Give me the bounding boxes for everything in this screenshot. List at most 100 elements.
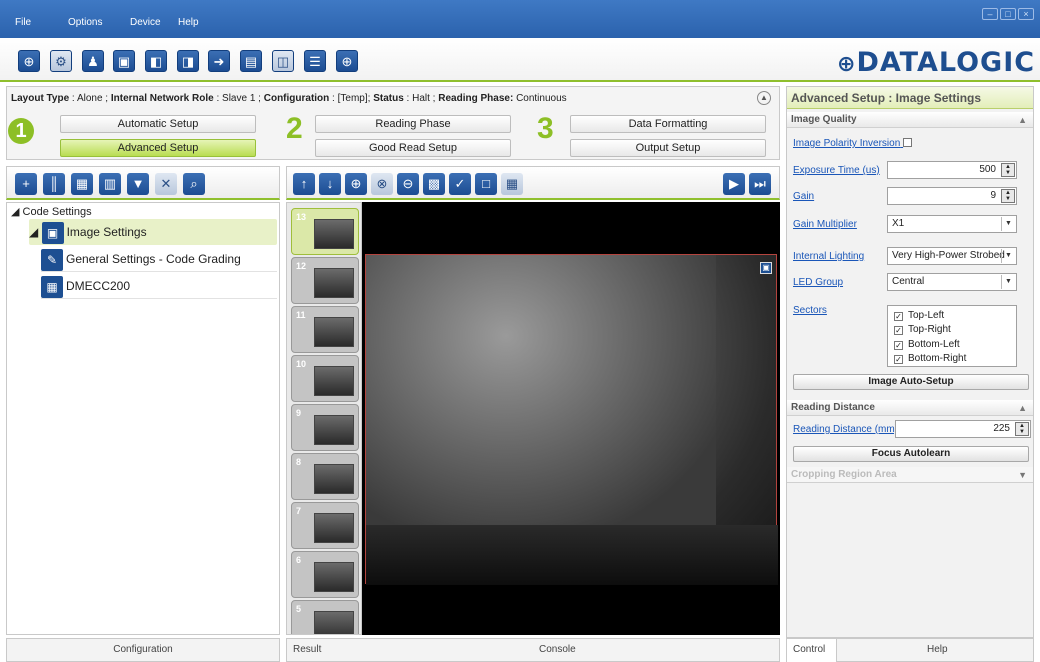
config-toolbar: + ║ ▦ ▥ ▼ ✕ ⌕ bbox=[6, 166, 280, 200]
play-icon[interactable]: ▶ bbox=[723, 173, 745, 195]
image-auto-setup-button[interactable]: Image Auto-Setup bbox=[793, 374, 1029, 390]
report-icon[interactable]: ◫ bbox=[272, 50, 294, 72]
gain-multiplier-select[interactable]: X1 ▼ bbox=[887, 215, 1017, 233]
delete-icon[interactable]: ✕ bbox=[155, 173, 177, 195]
barcode-icon[interactable]: ║ bbox=[43, 173, 65, 195]
led-group-select[interactable]: Central ▼ bbox=[887, 273, 1017, 291]
thumbnail[interactable]: 6 bbox=[291, 551, 359, 598]
send-icon[interactable]: ➜ bbox=[208, 50, 230, 72]
reading-distance-field[interactable]: 225 ▲ ▼ bbox=[895, 420, 1031, 438]
internal-lighting-label: Internal Lighting bbox=[793, 251, 865, 262]
datamatrix-icon[interactable]: ▦ bbox=[71, 173, 93, 195]
polarity-checkbox[interactable] bbox=[903, 138, 913, 147]
image-polarity-inversion-label: Image Polarity Inversion bbox=[793, 138, 913, 149]
add-icon[interactable]: + bbox=[15, 173, 37, 195]
maximize-icon[interactable]: □ bbox=[1000, 8, 1016, 20]
thumbnail-strip: 13 12 11 10 9 8 7 6 5 bbox=[286, 202, 362, 635]
menu-bar: File Options Device Help – □ × bbox=[0, 0, 1040, 38]
tab-control[interactable]: Control bbox=[787, 639, 837, 662]
menu-file[interactable]: File bbox=[15, 17, 31, 28]
grid-icon[interactable]: ▦ bbox=[501, 173, 523, 195]
wrench-icon: ✎ bbox=[41, 248, 63, 271]
thumbnail[interactable]: 9 bbox=[291, 404, 359, 451]
spinner-icon[interactable]: ▲ ▼ bbox=[1001, 189, 1015, 203]
settings-icon[interactable]: ⚙ bbox=[50, 50, 72, 72]
sector-checkbox[interactable]: ✓ Bottom-Right bbox=[894, 353, 966, 364]
step-3-number: 3 bbox=[537, 112, 554, 145]
result-console-tabs: Result Console bbox=[286, 638, 780, 662]
reading-phase-button[interactable]: Reading Phase bbox=[315, 115, 511, 133]
sector-checkbox[interactable]: ✓ Top-Left bbox=[894, 310, 944, 321]
collapse-up-icon[interactable]: ▲ bbox=[757, 91, 771, 105]
focus-autolearn-button[interactable]: Focus Autolearn bbox=[793, 446, 1029, 462]
target-icon[interactable]: ⊕ bbox=[336, 50, 358, 72]
check-icon[interactable]: ✓ bbox=[449, 173, 471, 195]
zoom-out-icon[interactable]: ⊖ bbox=[397, 173, 419, 195]
thumbnail[interactable]: 12 bbox=[291, 257, 359, 304]
arrow-up-icon[interactable]: ↑ bbox=[293, 173, 315, 195]
automatic-setup-button[interactable]: Automatic Setup bbox=[60, 115, 256, 133]
user-icon[interactable]: ♟ bbox=[82, 50, 104, 72]
tree-item-general-settings[interactable]: ✎ General Settings - Code Grading bbox=[41, 246, 277, 272]
save-image-icon[interactable]: ▩ bbox=[423, 173, 445, 195]
filter-icon[interactable]: ▼ bbox=[127, 173, 149, 195]
window-icon[interactable]: ▣ bbox=[113, 50, 135, 72]
close-icon[interactable]: × bbox=[1018, 8, 1034, 20]
datalogic-logo: ⊕DATALOGIC bbox=[837, 47, 1036, 78]
load-icon[interactable]: ◧ bbox=[145, 50, 167, 72]
exposure-time-field[interactable]: 500 ▲ ▼ bbox=[887, 161, 1017, 179]
thumbnail[interactable]: 11 bbox=[291, 306, 359, 353]
menu-options[interactable]: Options bbox=[68, 17, 102, 28]
step-forward-icon[interactable]: ⏭ bbox=[749, 173, 771, 195]
connect-icon[interactable]: ⊕ bbox=[18, 50, 40, 72]
section-cropping-region[interactable]: Cropping Region Area ▼ bbox=[787, 467, 1033, 483]
menu-device[interactable]: Device bbox=[130, 17, 161, 28]
thumbnail[interactable]: 8 bbox=[291, 453, 359, 500]
gain-field[interactable]: 9 ▲ ▼ bbox=[887, 187, 1017, 205]
spinner-icon[interactable]: ▲ ▼ bbox=[1015, 422, 1029, 436]
thumbnail[interactable]: 5 bbox=[291, 600, 359, 634]
tree-item-dmecc200[interactable]: ▦ DMECC200 bbox=[41, 273, 277, 299]
tab-console[interactable]: Console bbox=[539, 639, 576, 662]
thumbnail[interactable]: 13 bbox=[291, 208, 359, 255]
layout-status-line: Layout Type : Alone ; Internal Network R… bbox=[11, 93, 567, 104]
section-image-quality[interactable]: Image Quality ▲ bbox=[787, 112, 1033, 128]
minimize-icon[interactable]: – bbox=[982, 8, 998, 20]
search-code-icon[interactable]: ⌕ bbox=[183, 173, 205, 195]
arrow-down-icon[interactable]: ↓ bbox=[319, 173, 341, 195]
advanced-setup-button[interactable]: Advanced Setup bbox=[60, 139, 256, 157]
image-overlay-icon[interactable]: ▣ bbox=[760, 262, 772, 274]
crop-icon[interactable]: □ bbox=[475, 173, 497, 195]
output-setup-button[interactable]: Output Setup bbox=[570, 139, 766, 157]
menu-help[interactable]: Help bbox=[178, 17, 199, 28]
save-icon[interactable]: ◨ bbox=[177, 50, 199, 72]
image-viewer[interactable]: ▣ bbox=[362, 202, 780, 635]
chevron-down-icon: ▼ bbox=[1018, 470, 1027, 480]
good-read-setup-button[interactable]: Good Read Setup bbox=[315, 139, 511, 157]
section-reading-distance[interactable]: Reading Distance ▲ bbox=[787, 400, 1033, 416]
internal-lighting-select[interactable]: Very High-Power Strobed ▼ bbox=[887, 247, 1017, 265]
tree-item-image-settings[interactable]: ◢ ▣ Image Settings bbox=[29, 219, 277, 245]
thumbnail[interactable]: 7 bbox=[291, 502, 359, 549]
data-formatting-button[interactable]: Data Formatting bbox=[570, 115, 766, 133]
settings-panel: Advanced Setup : Image Settings Image Qu… bbox=[786, 86, 1034, 638]
tab-result[interactable]: Result bbox=[293, 639, 321, 662]
reading-distance-label: Reading Distance (mm) bbox=[793, 424, 899, 435]
exposure-time-label: Exposure Time (us) bbox=[793, 165, 880, 176]
configuration-tab[interactable]: Configuration bbox=[6, 638, 280, 662]
sectors-label: Sectors bbox=[793, 305, 827, 316]
tab-help[interactable]: Help bbox=[927, 639, 948, 662]
chevron-down-icon: ▼ bbox=[1001, 275, 1015, 289]
code-icon[interactable]: ▥ bbox=[99, 173, 121, 195]
sector-checkbox[interactable]: ✓ Top-Right bbox=[894, 324, 951, 335]
panel-title: Advanced Setup : Image Settings bbox=[787, 87, 1033, 109]
statistics-icon[interactable]: ☰ bbox=[304, 50, 326, 72]
sector-checkbox[interactable]: ✓ Bottom-Left bbox=[894, 339, 960, 350]
thumbnail[interactable]: 10 bbox=[291, 355, 359, 402]
sectors-list: ✓ Top-Left ✓ Top-Right ✓ Bottom-Left ✓ Botto… bbox=[887, 305, 1017, 367]
panel-tabs: Control Help bbox=[786, 638, 1034, 662]
zoom-fit-icon[interactable]: ⊗ bbox=[371, 173, 393, 195]
zoom-in-icon[interactable]: ⊕ bbox=[345, 173, 367, 195]
download-icon[interactable]: ▤ bbox=[240, 50, 262, 72]
spinner-icon[interactable]: ▲ ▼ bbox=[1001, 163, 1015, 177]
